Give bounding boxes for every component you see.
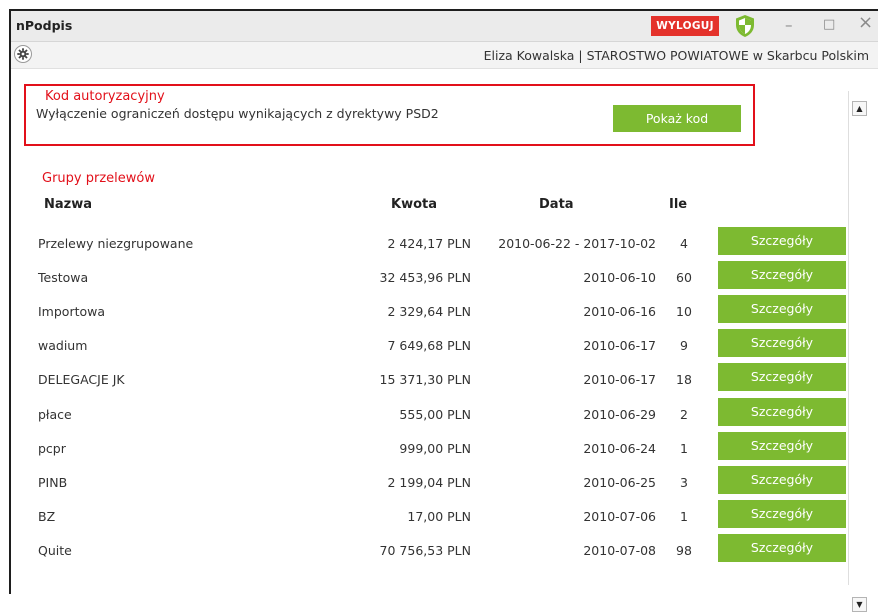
app-title: nPodpis — [16, 18, 73, 33]
details-button[interactable]: Szczegóły — [718, 363, 846, 392]
group-date: 2010-07-06 — [583, 508, 656, 524]
maximize-button[interactable]: □ — [823, 16, 835, 34]
group-count: 9 — [680, 338, 688, 354]
details-button[interactable]: Szczegóły — [718, 227, 846, 255]
group-name: Przelewy niezgrupowane — [38, 236, 194, 251]
group-amount: 15 371,30 PLN — [379, 372, 471, 388]
minimize-button[interactable]: – — [785, 16, 793, 34]
group-count: 3 — [680, 474, 688, 490]
header-name: Nazwa — [44, 197, 93, 212]
main-content: Kod autoryzacyjny Wyłączenie ograniczeń … — [11, 69, 878, 612]
auth-code-title: Kod autoryzacyjny — [45, 89, 165, 104]
group-name: pcpr — [38, 440, 66, 456]
table-row: płace 555,00 PLN 2010-06-29 2 Szczegóły — [11, 395, 846, 429]
group-name: wadium — [38, 338, 88, 354]
table-row: Testowa 32 453,96 PLN 2010-06-10 60 Szczegół… — [11, 258, 846, 292]
details-button[interactable]: Szczegóły — [718, 329, 846, 358]
header-date: Data — [539, 197, 574, 212]
group-amount: 70 756,53 PLN — [379, 542, 471, 558]
group-amount: 17,00 PLN — [407, 508, 471, 524]
group-count: 18 — [676, 372, 692, 388]
details-button[interactable]: Szczegóły — [718, 499, 846, 528]
show-code-button[interactable]: Pokaż kod — [613, 105, 741, 132]
header-amount: Kwota — [391, 197, 438, 212]
group-name: BZ — [38, 508, 56, 524]
group-amount: 2 424,17 PLN — [387, 236, 472, 251]
group-name: Importowa — [38, 304, 106, 320]
group-date: 2010-06-17 — [583, 372, 656, 388]
table-row: PINB 2 199,04 PLN 2010-06-25 3 Szczegóły — [11, 463, 846, 497]
group-date: 2010-06-25 — [583, 474, 656, 490]
group-amount: 7 649,68 PLN — [387, 338, 472, 354]
group-date: 2010-06-24 — [583, 440, 656, 456]
group-date: 2010-06-16 — [583, 304, 656, 320]
group-date: 2010-06-17 — [583, 338, 656, 354]
details-button[interactable]: Szczegóły — [718, 533, 846, 562]
group-count: 60 — [676, 270, 692, 286]
gear-icon[interactable] — [14, 45, 32, 63]
group-date: 2010-06-22 - 2017-10-02 — [498, 236, 656, 251]
toolbar: Eliza Kowalska | STAROSTWO POWIATOWE w S… — [11, 42, 878, 69]
details-button[interactable]: Szczegóły — [718, 295, 846, 324]
shield-icon[interactable] — [733, 14, 757, 38]
group-amount: 2 329,64 PLN — [387, 304, 472, 320]
group-count: 1 — [680, 440, 688, 456]
app-window: nPodpis WYLOGUJ – □ × Eliza Kowalska | S… — [9, 9, 878, 612]
table-row: Przelewy niezgrupowane 2 424,17 PLN 2010-0… — [11, 224, 846, 258]
group-name: płace — [38, 406, 72, 422]
table-row: BZ 17,00 PLN 2010-07-06 1 Szczegóły — [11, 497, 846, 531]
group-name: DELEGACJE JK — [38, 372, 125, 388]
group-count: 10 — [676, 304, 692, 320]
close-button[interactable]: × — [858, 14, 873, 32]
scrollbar[interactable]: ▲ ▼ — [848, 91, 871, 612]
details-button[interactable]: Szczegóły — [718, 397, 846, 426]
user-info: Eliza Kowalska | STAROSTWO POWIATOWE w S… — [483, 48, 869, 63]
header-count: Ile — [669, 197, 688, 212]
group-date: 2010-06-29 — [583, 406, 656, 422]
scroll-up-icon[interactable]: ▲ — [852, 101, 867, 116]
details-button[interactable]: Szczegóły — [718, 431, 846, 460]
auth-code-description: Wyłączenie ograniczeń dostępu wynikający… — [36, 106, 439, 121]
group-count: 4 — [680, 236, 688, 251]
scroll-down-icon[interactable]: ▼ — [852, 597, 867, 612]
group-amount: 2 199,04 PLN — [387, 474, 472, 490]
group-amount: 555,00 PLN — [399, 406, 471, 422]
group-name: PINB — [38, 474, 68, 490]
table-row: DELEGACJE JK 15 371,30 PLN 2010-06-17 18 Szc… — [11, 360, 846, 394]
logout-button[interactable]: WYLOGUJ — [651, 16, 719, 36]
auth-code-box: Kod autoryzacyjny Wyłączenie ograniczeń … — [24, 84, 755, 146]
group-count: 98 — [676, 542, 692, 558]
group-date: 2010-06-10 — [583, 270, 656, 286]
details-button[interactable]: Szczegóły — [718, 261, 846, 290]
group-date: 2010-07-08 — [583, 542, 656, 558]
table-row: wadium 7 649,68 PLN 2010-06-17 9 Szczegóły — [11, 326, 846, 360]
details-button[interactable]: Szczegóły — [718, 465, 846, 494]
group-count: 1 — [680, 508, 688, 524]
group-count: 2 — [680, 406, 688, 422]
group-amount: 999,00 PLN — [399, 440, 471, 456]
group-name: Quite — [38, 542, 72, 558]
table-row: Quite 70 756,53 PLN 2010-07-08 98 Szczegóły — [11, 531, 846, 565]
title-bar: nPodpis WYLOGUJ – □ × — [11, 11, 878, 42]
table-row: pcpr 999,00 PLN 2010-06-24 1 Szczegóły — [11, 429, 846, 463]
group-amount: 32 453,96 PLN — [379, 270, 471, 286]
groups-title: Grupy przelewów — [42, 171, 155, 186]
table-row: Importowa 2 329,64 PLN 2010-06-16 10 Szczegó… — [11, 292, 846, 326]
group-name: Testowa — [38, 270, 89, 286]
